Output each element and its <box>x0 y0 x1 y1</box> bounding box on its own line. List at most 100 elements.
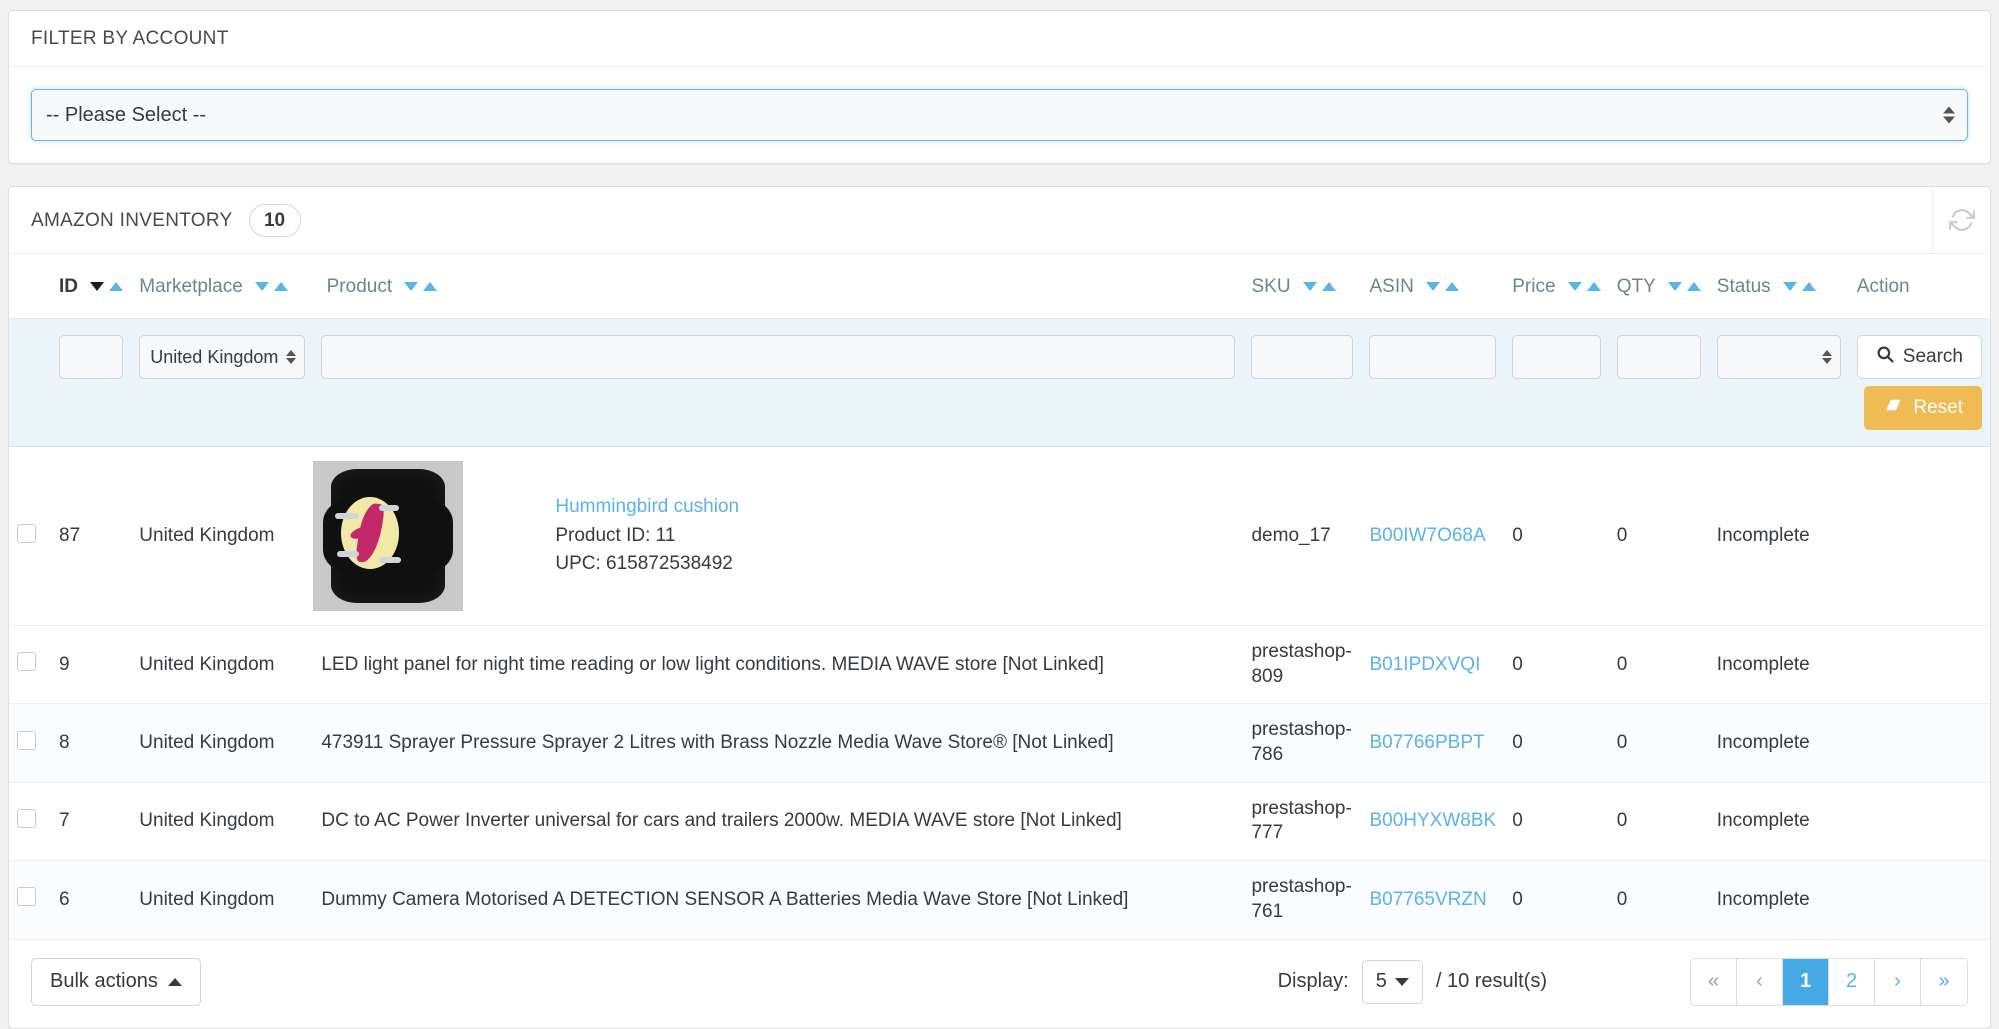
sort-asc-marketplace-icon[interactable] <box>274 282 289 292</box>
pagination-previous[interactable]: ‹ <box>1737 958 1783 1005</box>
th-asin-label: ASIN <box>1369 276 1414 297</box>
eraser-icon <box>1883 396 1903 420</box>
amazon-inventory-panel: AMAZON INVENTORY 10 ID Marketplace Produ… <box>8 186 1991 1029</box>
row-action <box>1848 782 1990 862</box>
sort-desc-marketplace-icon[interactable] <box>255 282 270 292</box>
sort-controls-marketplace <box>255 282 289 292</box>
th-asin: ASIN <box>1361 254 1505 319</box>
sort-asc-product-icon[interactable] <box>423 282 438 292</box>
filter-price-input[interactable] <box>1512 335 1601 379</box>
filter-cell-status <box>1708 318 1849 447</box>
results-label: / 10 result(s) <box>1435 970 1547 992</box>
search-button[interactable]: Search <box>1856 335 1982 379</box>
row-checkbox-cell <box>9 860 51 940</box>
row-status: Incomplete <box>1708 703 1849 783</box>
inventory-count-badge: 10 <box>248 204 301 237</box>
sort-desc-sku-icon[interactable] <box>1302 282 1317 292</box>
row-checkbox[interactable] <box>17 730 36 750</box>
row-product-name: Dummy Camera Motorised A DETECTION SENSO… <box>313 860 1244 940</box>
th-qty: QTY <box>1608 254 1709 319</box>
refresh-button[interactable] <box>1932 187 1990 253</box>
caret-down-icon <box>1394 977 1409 986</box>
table-row[interactable]: 9 United Kingdom LED light panel for nig… <box>9 625 1990 705</box>
sort-controls-sku <box>1302 282 1336 292</box>
spinner-arrows-icon <box>1943 106 1955 124</box>
row-id: 9 <box>51 625 132 705</box>
filter-asin-input[interactable] <box>1369 335 1497 379</box>
row-id: 7 <box>51 782 132 862</box>
filter-status-select[interactable] <box>1716 335 1841 379</box>
table-row[interactable]: 6 United Kingdom Dummy Camera Motorised … <box>9 860 1990 940</box>
table-row[interactable]: 8 United Kingdom 473911 Sprayer Pressure… <box>9 703 1990 783</box>
asin-link[interactable]: B00IW7O68A <box>1369 525 1485 546</box>
asin-link[interactable]: B01IPDXVQI <box>1369 654 1480 675</box>
row-qty: 0 <box>1608 782 1709 862</box>
row-checkbox[interactable] <box>17 887 36 907</box>
spinner-arrows-icon <box>286 350 297 364</box>
sort-desc-product-icon[interactable] <box>404 282 419 292</box>
filter-cell-id <box>51 318 132 447</box>
bulk-actions-label: Bulk actions <box>50 970 158 992</box>
row-checkbox-cell <box>9 782 51 862</box>
caret-up-icon <box>167 977 182 986</box>
account-select[interactable]: -- Please Select -- <box>31 89 1968 141</box>
sort-controls-qty <box>1667 282 1701 292</box>
row-checkbox-cell <box>9 625 51 705</box>
sort-desc-asin-icon[interactable] <box>1426 282 1441 292</box>
table-row[interactable]: 87 United Kingdom Hummingbird cushion Pr… <box>9 446 1990 626</box>
sort-asc-sku-icon[interactable] <box>1321 282 1336 292</box>
row-sku: prestashop-786 <box>1243 703 1362 783</box>
pagination-last[interactable]: » <box>1921 958 1967 1005</box>
sort-desc-price-icon[interactable] <box>1567 282 1582 292</box>
sort-asc-id-icon[interactable] <box>109 282 124 292</box>
pagination-first[interactable]: « <box>1691 958 1737 1005</box>
filter-qty-input[interactable] <box>1616 335 1701 379</box>
reset-button[interactable]: Reset <box>1864 386 1982 430</box>
display-count-select[interactable]: 5 <box>1361 959 1423 1004</box>
sort-desc-id-icon[interactable] <box>90 282 105 292</box>
pagination-next[interactable]: › <box>1875 958 1921 1005</box>
row-qty: 0 <box>1608 625 1709 705</box>
th-select-all <box>9 254 51 319</box>
row-status: Incomplete <box>1708 446 1849 626</box>
pagination-page-1[interactable]: 1 <box>1783 958 1829 1005</box>
asin-link[interactable]: B07766PBPT <box>1369 732 1484 753</box>
row-qty: 0 <box>1608 446 1709 626</box>
row-action <box>1848 860 1990 940</box>
product-title-link[interactable]: Hummingbird cushion <box>555 496 739 517</box>
row-checkbox[interactable] <box>17 523 36 543</box>
bulk-actions-button[interactable]: Bulk actions <box>31 957 201 1006</box>
inventory-panel-header: AMAZON INVENTORY 10 <box>9 187 1990 254</box>
row-status: Incomplete <box>1708 782 1849 862</box>
footer-pagination-area: Display: 5 / 10 result(s) « ‹ 1 2 › » <box>1278 957 1968 1006</box>
th-action-label: Action <box>1856 276 1910 297</box>
row-sku-text: prestashop-809 <box>1251 641 1352 687</box>
row-qty: 0 <box>1608 703 1709 783</box>
row-product-name: DC to AC Power Inverter universal for ca… <box>313 782 1244 862</box>
filter-sku-input[interactable] <box>1251 335 1354 379</box>
spinner-arrows-icon <box>1821 350 1832 364</box>
filter-product-input[interactable] <box>321 335 1236 379</box>
sort-asc-qty-icon[interactable] <box>1686 282 1701 292</box>
asin-link[interactable]: B00HYXW8BK <box>1369 810 1496 831</box>
row-checkbox[interactable] <box>17 808 36 828</box>
filter-panel-header: FILTER BY ACCOUNT <box>9 11 1990 67</box>
sort-asc-status-icon[interactable] <box>1801 282 1816 292</box>
row-id: 6 <box>51 860 132 940</box>
row-asin-cell: B07766PBPT <box>1361 703 1505 783</box>
table-row[interactable]: 7 United Kingdom DC to AC Power Inverter… <box>9 782 1990 862</box>
sort-desc-status-icon[interactable] <box>1782 282 1797 292</box>
product-thumbnail[interactable] <box>313 461 464 611</box>
sort-asc-price-icon[interactable] <box>1586 282 1601 292</box>
row-checkbox[interactable] <box>17 652 36 672</box>
row-product-cell: Hummingbird cushion Product ID: 11 UPC: … <box>313 446 1244 626</box>
asin-link[interactable]: B07765VRZN <box>1369 889 1486 910</box>
pagination-page-2[interactable]: 2 <box>1829 958 1875 1005</box>
filter-marketplace-select[interactable]: United Kingdom <box>139 335 306 379</box>
inventory-table: ID Marketplace Product SKU ASIN Price QT… <box>9 254 1990 940</box>
sort-controls-asin <box>1426 282 1460 292</box>
filter-id-input[interactable] <box>59 335 124 379</box>
sort-asc-asin-icon[interactable] <box>1445 282 1460 292</box>
sort-desc-qty-icon[interactable] <box>1667 282 1682 292</box>
th-price: Price <box>1504 254 1609 319</box>
